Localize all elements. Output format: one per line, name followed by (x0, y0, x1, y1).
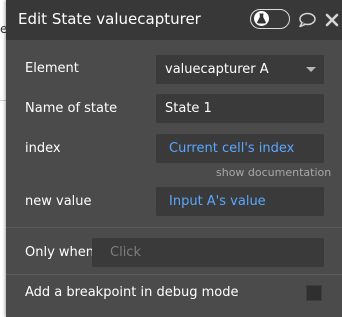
breakpoint-label: Add a breakpoint in debug mode (25, 285, 239, 300)
speech-bubble-icon[interactable] (298, 12, 316, 28)
edit-state-panel: Edit State valuecapturer Element valueca… (6, 0, 342, 317)
state-name-label: Name of state (25, 101, 118, 116)
flask-toggle-knob (254, 11, 269, 26)
section-divider (6, 227, 342, 228)
close-icon[interactable] (325, 13, 339, 27)
element-label: Element (25, 61, 79, 76)
index-dynamic-input[interactable]: Current cell's index (156, 134, 324, 163)
new-value-dynamic-input[interactable]: Input A's value (156, 187, 324, 216)
element-dropdown[interactable]: valuecapturer A (156, 55, 324, 84)
index-label: index (25, 141, 61, 156)
panel-title: Edit State valuecapturer (18, 10, 201, 28)
section-divider (6, 274, 342, 275)
flask-icon (257, 13, 266, 24)
panel-header[interactable]: Edit State valuecapturer (6, 0, 342, 40)
only-when-input[interactable]: Click (92, 238, 324, 267)
show-documentation-link[interactable]: show documentation (216, 166, 331, 179)
only-when-label: Only when (25, 245, 95, 260)
chevron-down-icon (306, 67, 316, 72)
element-dropdown-value: valuecapturer A (165, 62, 269, 77)
new-value-label: new value (25, 194, 92, 209)
state-name-input[interactable]: State 1 (156, 94, 324, 123)
breakpoint-checkbox[interactable] (306, 285, 322, 301)
flask-toggle[interactable] (250, 9, 290, 29)
